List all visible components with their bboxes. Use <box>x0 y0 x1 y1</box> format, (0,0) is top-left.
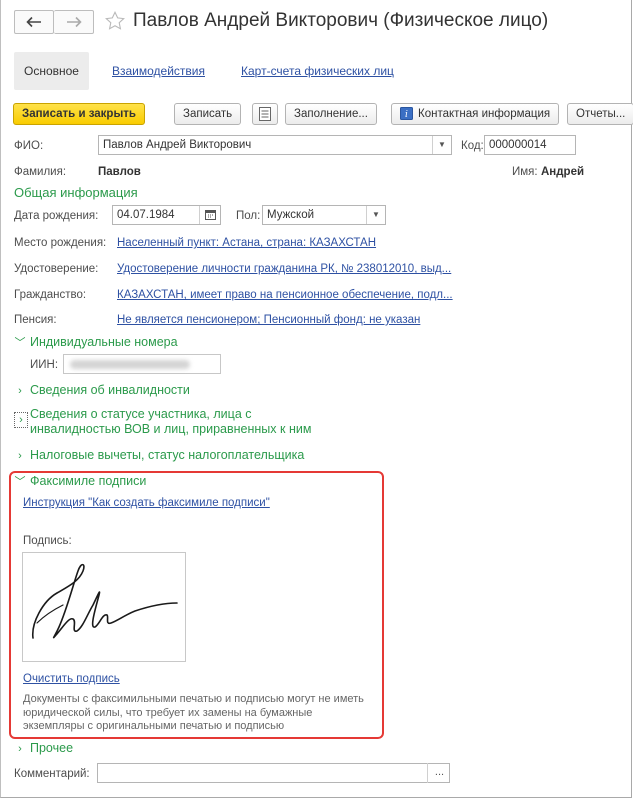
comment-field[interactable] <box>97 763 450 783</box>
contact-info-button[interactable]: i Контактная информация <box>391 103 560 125</box>
svg-text:i: i <box>405 110 408 120</box>
tab-main[interactable]: Основное <box>14 52 89 90</box>
section-tax[interactable]: › Налоговые вычеты, статус налогоплательщ… <box>14 448 304 462</box>
forward-button[interactable] <box>54 10 94 34</box>
facsimile-instruction-link[interactable]: Инструкция "Как создать факсимиле подпис… <box>23 497 270 509</box>
window-title: Павлов Андрей Викторович (Физическое лиц… <box>133 10 549 31</box>
comment-label: Комментарий: <box>14 768 90 780</box>
calendar-button[interactable] <box>199 206 220 224</box>
id-document-link[interactable]: Удостоверение личности гражданина РК, № … <box>117 263 451 275</box>
surname-value: Павлов <box>98 166 141 178</box>
clear-signature-link[interactable]: Очистить подпись <box>23 673 120 685</box>
section-individual-numbers-label: Индивидуальные номера <box>30 335 178 349</box>
section-facsimile-label: Факсимиле подписи <box>30 474 147 488</box>
section-facsimile[interactable]: ﹀ Факсимиле подписи <box>14 473 147 489</box>
fio-label: ФИО: <box>14 140 44 152</box>
star-icon <box>105 11 125 30</box>
signature-image[interactable] <box>22 552 186 662</box>
section-other-label: Прочее <box>30 741 74 755</box>
iin-field[interactable] <box>63 354 221 374</box>
comment-expand-button[interactable]: ... <box>427 763 451 783</box>
save-and-close-button[interactable]: Записать и закрыть <box>13 103 145 125</box>
birth-date-value: 04.07.1984 <box>117 209 175 221</box>
citizenship-link[interactable]: КАЗАХСТАН, имеет право на пенсионное обе… <box>117 289 453 301</box>
save-button[interactable]: Записать <box>174 103 242 125</box>
code-field[interactable]: 000000014 <box>484 135 576 155</box>
favorite-star[interactable] <box>104 10 126 35</box>
fio-dropdown-button[interactable]: ▼ <box>432 136 451 154</box>
section-disability-label: Сведения об инвалидности <box>30 383 190 397</box>
arrow-left-icon <box>26 16 41 28</box>
calendar-icon <box>204 210 216 220</box>
citizenship-label: Гражданство: <box>14 289 87 301</box>
pension-link[interactable]: Не является пенсионером; Пенсионный фонд… <box>117 314 420 326</box>
section-wwii[interactable]: Сведения о статусе участника, лица с инв… <box>30 407 311 437</box>
surname-label: Фамилия: <box>14 166 67 178</box>
signature-label: Подпись: <box>23 535 72 547</box>
facsimile-note: Документы с факсимильными печатью и подп… <box>23 693 364 732</box>
section-other[interactable]: › Прочее <box>14 741 73 755</box>
fill-button[interactable]: Заполнение... <box>285 103 377 125</box>
id-document-label: Удостоверение: <box>14 263 99 275</box>
birth-date-field[interactable]: 04.07.1984 <box>112 205 221 225</box>
arrow-right-icon <box>66 16 82 28</box>
section-wwii-line1: Сведения о статусе участника, лица с <box>30 407 252 421</box>
tab-interactions[interactable]: Взаимодействия <box>112 52 205 90</box>
chevron-down-icon: ▼ <box>438 140 446 149</box>
birthplace-label: Место рождения: <box>14 237 107 249</box>
iin-label: ИИН: <box>30 359 59 371</box>
ellipsis-icon: ... <box>434 766 445 778</box>
info-icon: i <box>400 107 413 120</box>
section-disability[interactable]: › Сведения об инвалидности <box>14 383 190 397</box>
name-value: Андрей <box>541 166 585 178</box>
birthplace-link[interactable]: Населенный пункт: Астана, страна: КАЗАХС… <box>117 237 376 249</box>
chevron-right-icon: › <box>18 743 22 755</box>
blurred-value <box>70 360 190 369</box>
fio-value: Павлов Андрей Викторович <box>103 139 252 151</box>
birth-date-label: Дата рождения: <box>14 210 99 222</box>
pension-label: Пенсия: <box>14 314 57 326</box>
section-tax-label: Налоговые вычеты, статус налогоплательщи… <box>30 448 305 462</box>
document-list-button[interactable] <box>252 103 278 125</box>
chevron-right-icon: › <box>18 385 22 397</box>
chevron-down-icon: ﹀ <box>14 337 26 349</box>
fio-field[interactable]: Павлов Андрей Викторович ▼ <box>98 135 452 155</box>
gender-value: Мужской <box>267 209 315 221</box>
gender-select[interactable]: Мужской ▼ <box>262 205 386 225</box>
section-wwii-toggle[interactable]: › <box>14 412 28 428</box>
code-label: Код: <box>461 140 484 152</box>
reports-button[interactable]: Отчеты... <box>567 103 633 125</box>
back-button[interactable] <box>14 10 54 34</box>
general-info-header: Общая информация <box>14 185 138 200</box>
gender-dropdown-button[interactable]: ▼ <box>366 206 385 224</box>
section-wwii-line2: инвалидностью ВОВ и лиц, приравненных к … <box>30 422 312 436</box>
tab-card-accounts[interactable]: Карт-счета физических лиц <box>241 52 394 90</box>
list-icon <box>259 107 271 121</box>
chevron-right-icon: › <box>19 414 23 426</box>
chevron-down-icon: ▼ <box>372 210 380 219</box>
chevron-down-icon: ﹀ <box>14 476 26 488</box>
name-label: Имя: <box>512 166 538 178</box>
contact-info-label: Контактная информация <box>418 108 551 120</box>
section-individual-numbers[interactable]: ﹀ Индивидуальные номера <box>14 334 178 350</box>
handwritten-signature <box>32 563 178 639</box>
chevron-right-icon: › <box>18 450 22 462</box>
gender-label: Пол: <box>236 210 261 222</box>
